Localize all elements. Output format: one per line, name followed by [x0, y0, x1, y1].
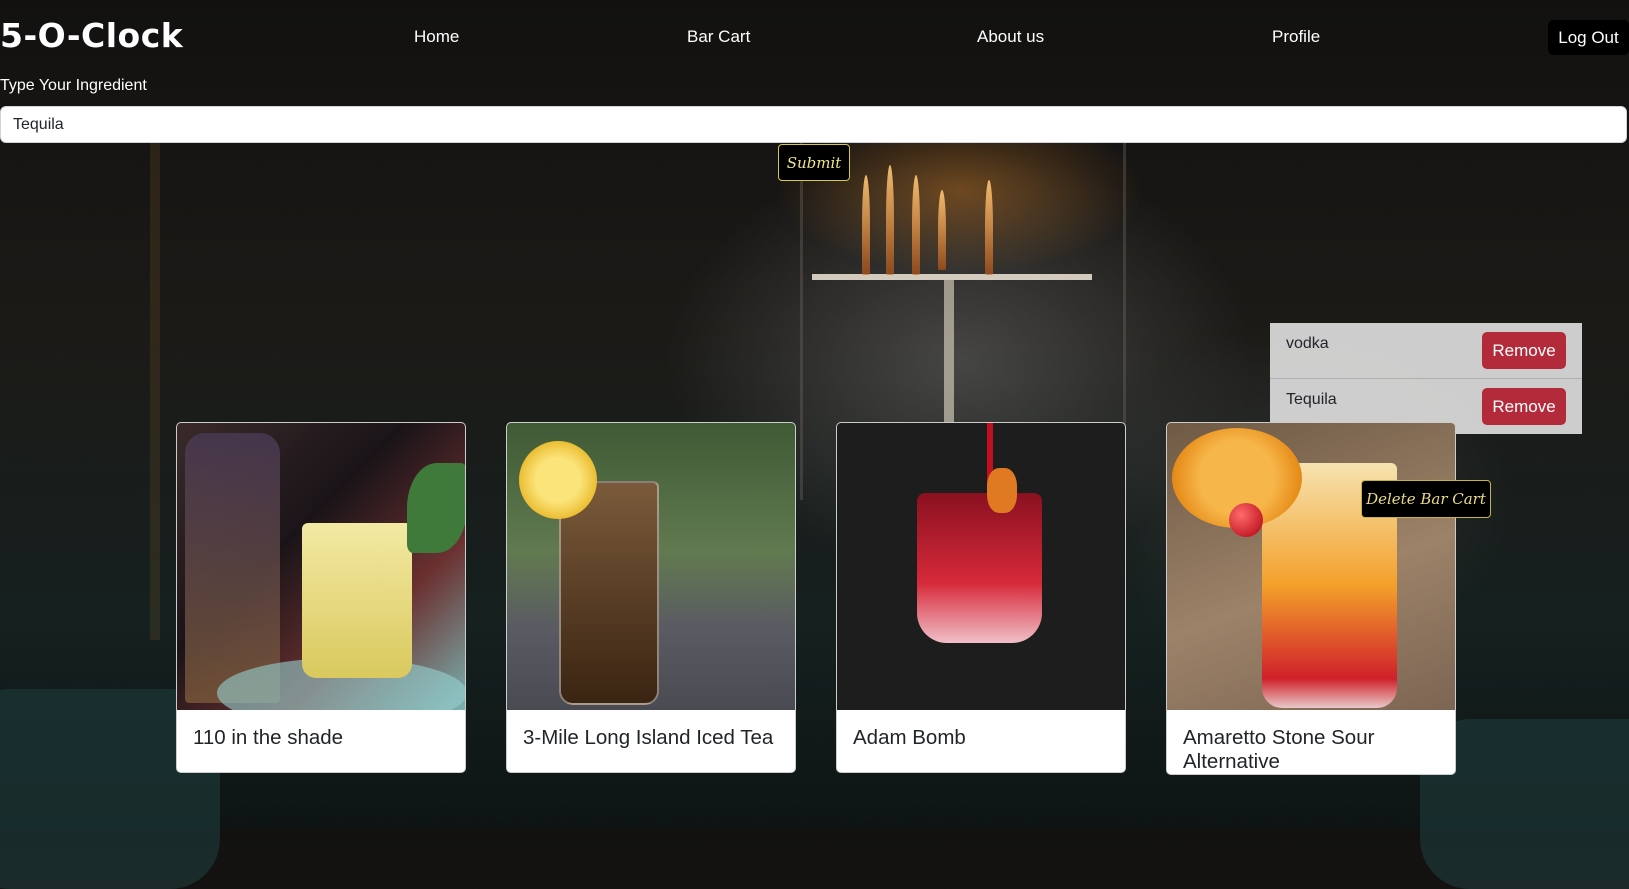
nav-about-link[interactable]: About us: [977, 27, 1044, 47]
navbar: 5-O-Clock Home Bar Cart About us Profile…: [0, 0, 1629, 74]
site-logo[interactable]: 5-O-Clock: [0, 16, 183, 55]
background-flame: [985, 180, 993, 275]
remove-button[interactable]: Remove: [1482, 332, 1566, 369]
nav-profile-link[interactable]: Profile: [1272, 27, 1320, 47]
ingredient-input[interactable]: [0, 106, 1627, 143]
mint-shape: [407, 463, 465, 553]
drink-title: 3-Mile Long Island Iced Tea: [523, 726, 774, 749]
background-flame: [938, 190, 946, 270]
drink-title: Adam Bomb: [853, 726, 966, 749]
background-flame: [886, 165, 894, 275]
background-panel: [150, 140, 160, 640]
drink-card[interactable]: Amaretto Stone Sour Alternative: [1166, 422, 1456, 775]
ingredient-label: Type Your Ingredient: [0, 77, 147, 94]
drink-image: [837, 423, 1125, 710]
orange-peel-shape: [987, 468, 1017, 513]
logout-button[interactable]: Log Out: [1548, 20, 1629, 55]
drink-title: Amaretto Stone Sour Alternative: [1183, 726, 1375, 773]
drink-title: 110 in the shade: [193, 726, 344, 749]
bar-cart-item-name: Tequila: [1286, 391, 1337, 408]
cherry-shape: [1229, 503, 1263, 537]
background-pole: [944, 280, 954, 440]
drink-card[interactable]: 3-Mile Long Island Iced Tea: [506, 422, 796, 773]
glass-shape: [302, 523, 412, 678]
background-flame: [912, 175, 920, 275]
drink-card[interactable]: Adam Bomb: [836, 422, 1126, 773]
background-flame: [862, 175, 870, 275]
delete-bar-cart-button[interactable]: Delete Bar Cart: [1361, 480, 1491, 518]
bar-cart-item: vodka Remove: [1270, 323, 1582, 379]
lemon-shape: [519, 441, 597, 519]
bottle-shape: [185, 433, 280, 703]
bar-cart-item-name: vodka: [1286, 335, 1329, 352]
drink-card[interactable]: 110 in the shade: [176, 422, 466, 773]
drink-image: [507, 423, 795, 710]
bar-cart-list: vodka Remove Tequila Remove: [1270, 323, 1582, 434]
drink-image: [177, 423, 465, 710]
nav-bar-cart-link[interactable]: Bar Cart: [687, 27, 750, 47]
submit-button[interactable]: Submit: [778, 144, 850, 181]
drink-image: [1167, 423, 1455, 710]
glass-shape: [917, 493, 1042, 643]
remove-button[interactable]: Remove: [1482, 388, 1566, 425]
nav-home-link[interactable]: Home: [414, 27, 459, 47]
